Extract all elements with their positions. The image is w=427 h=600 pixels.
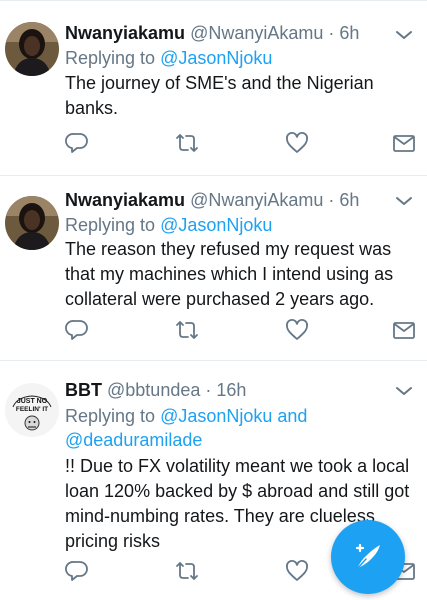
- avatar[interactable]: [5, 22, 59, 76]
- reply-icon[interactable]: [65, 131, 89, 155]
- retweet-icon[interactable]: [175, 318, 199, 342]
- tweet-text-line: The journey of SME's and the Nigerian: [65, 73, 374, 93]
- mention-link[interactable]: @JasonNjoku and: [160, 406, 307, 426]
- replying-to: Replying to @JasonNjoku and @deaduramila…: [65, 404, 307, 452]
- avatar-text: FEELIN' IT: [16, 406, 48, 413]
- replying-prefix: Replying to: [65, 215, 156, 235]
- display-name[interactable]: Nwanyiakamu: [65, 190, 185, 210]
- tweet-text: The reason they refused my request was t…: [65, 237, 413, 312]
- mention-link[interactable]: @JasonNjoku: [160, 48, 272, 68]
- user-handle[interactable]: @bbtundea: [107, 380, 200, 400]
- user-handle[interactable]: @NwanyiAkamu: [190, 190, 323, 210]
- mention-link[interactable]: @deaduramilade: [65, 430, 202, 450]
- reply-icon[interactable]: [65, 318, 89, 342]
- tweet-text: The journey of SME's and the Nigerian ba…: [65, 71, 413, 121]
- heart-icon[interactable]: [285, 131, 309, 155]
- avatar[interactable]: [5, 196, 59, 250]
- replying-prefix: Replying to: [65, 48, 156, 68]
- retweet-icon[interactable]: [175, 131, 199, 155]
- retweet-icon[interactable]: [175, 559, 199, 583]
- tweet-header: BBT @bbtundea · 16h: [65, 378, 246, 402]
- reply-icon[interactable]: [65, 559, 89, 583]
- heart-icon[interactable]: [285, 559, 309, 583]
- separator-dot: ·: [205, 380, 212, 400]
- tweet-text-line: !! Due to FX volatility meant we took a …: [65, 456, 410, 476]
- tweet-2[interactable]: Nwanyiakamu @NwanyiAkamu · 6h Replying t…: [0, 176, 427, 361]
- user-handle[interactable]: @NwanyiAkamu: [190, 23, 323, 43]
- chevron-down-icon[interactable]: [395, 382, 413, 400]
- timestamp[interactable]: 6h: [339, 23, 359, 43]
- envelope-icon[interactable]: [392, 131, 416, 155]
- replying-to: Replying to @JasonNjoku: [65, 46, 272, 70]
- tweet-text-line: loan 120% backed by $ abroad and still g…: [65, 481, 410, 501]
- replying-to: Replying to @JasonNjoku: [65, 213, 272, 237]
- replying-prefix: Replying to: [65, 406, 156, 426]
- display-name[interactable]: BBT: [65, 380, 102, 400]
- timestamp[interactable]: 16h: [216, 380, 246, 400]
- heart-icon[interactable]: [285, 318, 309, 342]
- separator-dot: ·: [328, 190, 335, 210]
- tweet-text-line: banks.: [65, 98, 119, 118]
- display-name[interactable]: Nwanyiakamu: [65, 23, 185, 43]
- tweet-text-line: collateral were purchased 2 years ago.: [65, 289, 375, 309]
- compose-tweet-button[interactable]: [331, 520, 405, 594]
- timestamp[interactable]: 6h: [339, 190, 359, 210]
- tweet-header: Nwanyiakamu @NwanyiAkamu · 6h: [65, 21, 359, 45]
- tweet-1[interactable]: Nwanyiakamu @NwanyiAkamu · 6h Replying t…: [0, 0, 427, 176]
- mention-link[interactable]: @JasonNjoku: [160, 215, 272, 235]
- tweet-text-line: The reason they refused my request was: [65, 239, 392, 259]
- compose-tweet-icon: [355, 543, 380, 570]
- chevron-down-icon[interactable]: [395, 26, 413, 44]
- chevron-down-icon[interactable]: [395, 192, 413, 210]
- avatar[interactable]: JUST NO FEELIN' IT: [5, 383, 59, 437]
- tweet-header: Nwanyiakamu @NwanyiAkamu · 6h: [65, 188, 359, 212]
- tweet-text-line: that my machines which I intend using as: [65, 264, 394, 284]
- avatar-text: JUST NO: [17, 398, 48, 405]
- separator-dot: ·: [328, 23, 335, 43]
- action-bar: [65, 131, 415, 155]
- envelope-icon[interactable]: [392, 318, 416, 342]
- action-bar: [65, 318, 415, 342]
